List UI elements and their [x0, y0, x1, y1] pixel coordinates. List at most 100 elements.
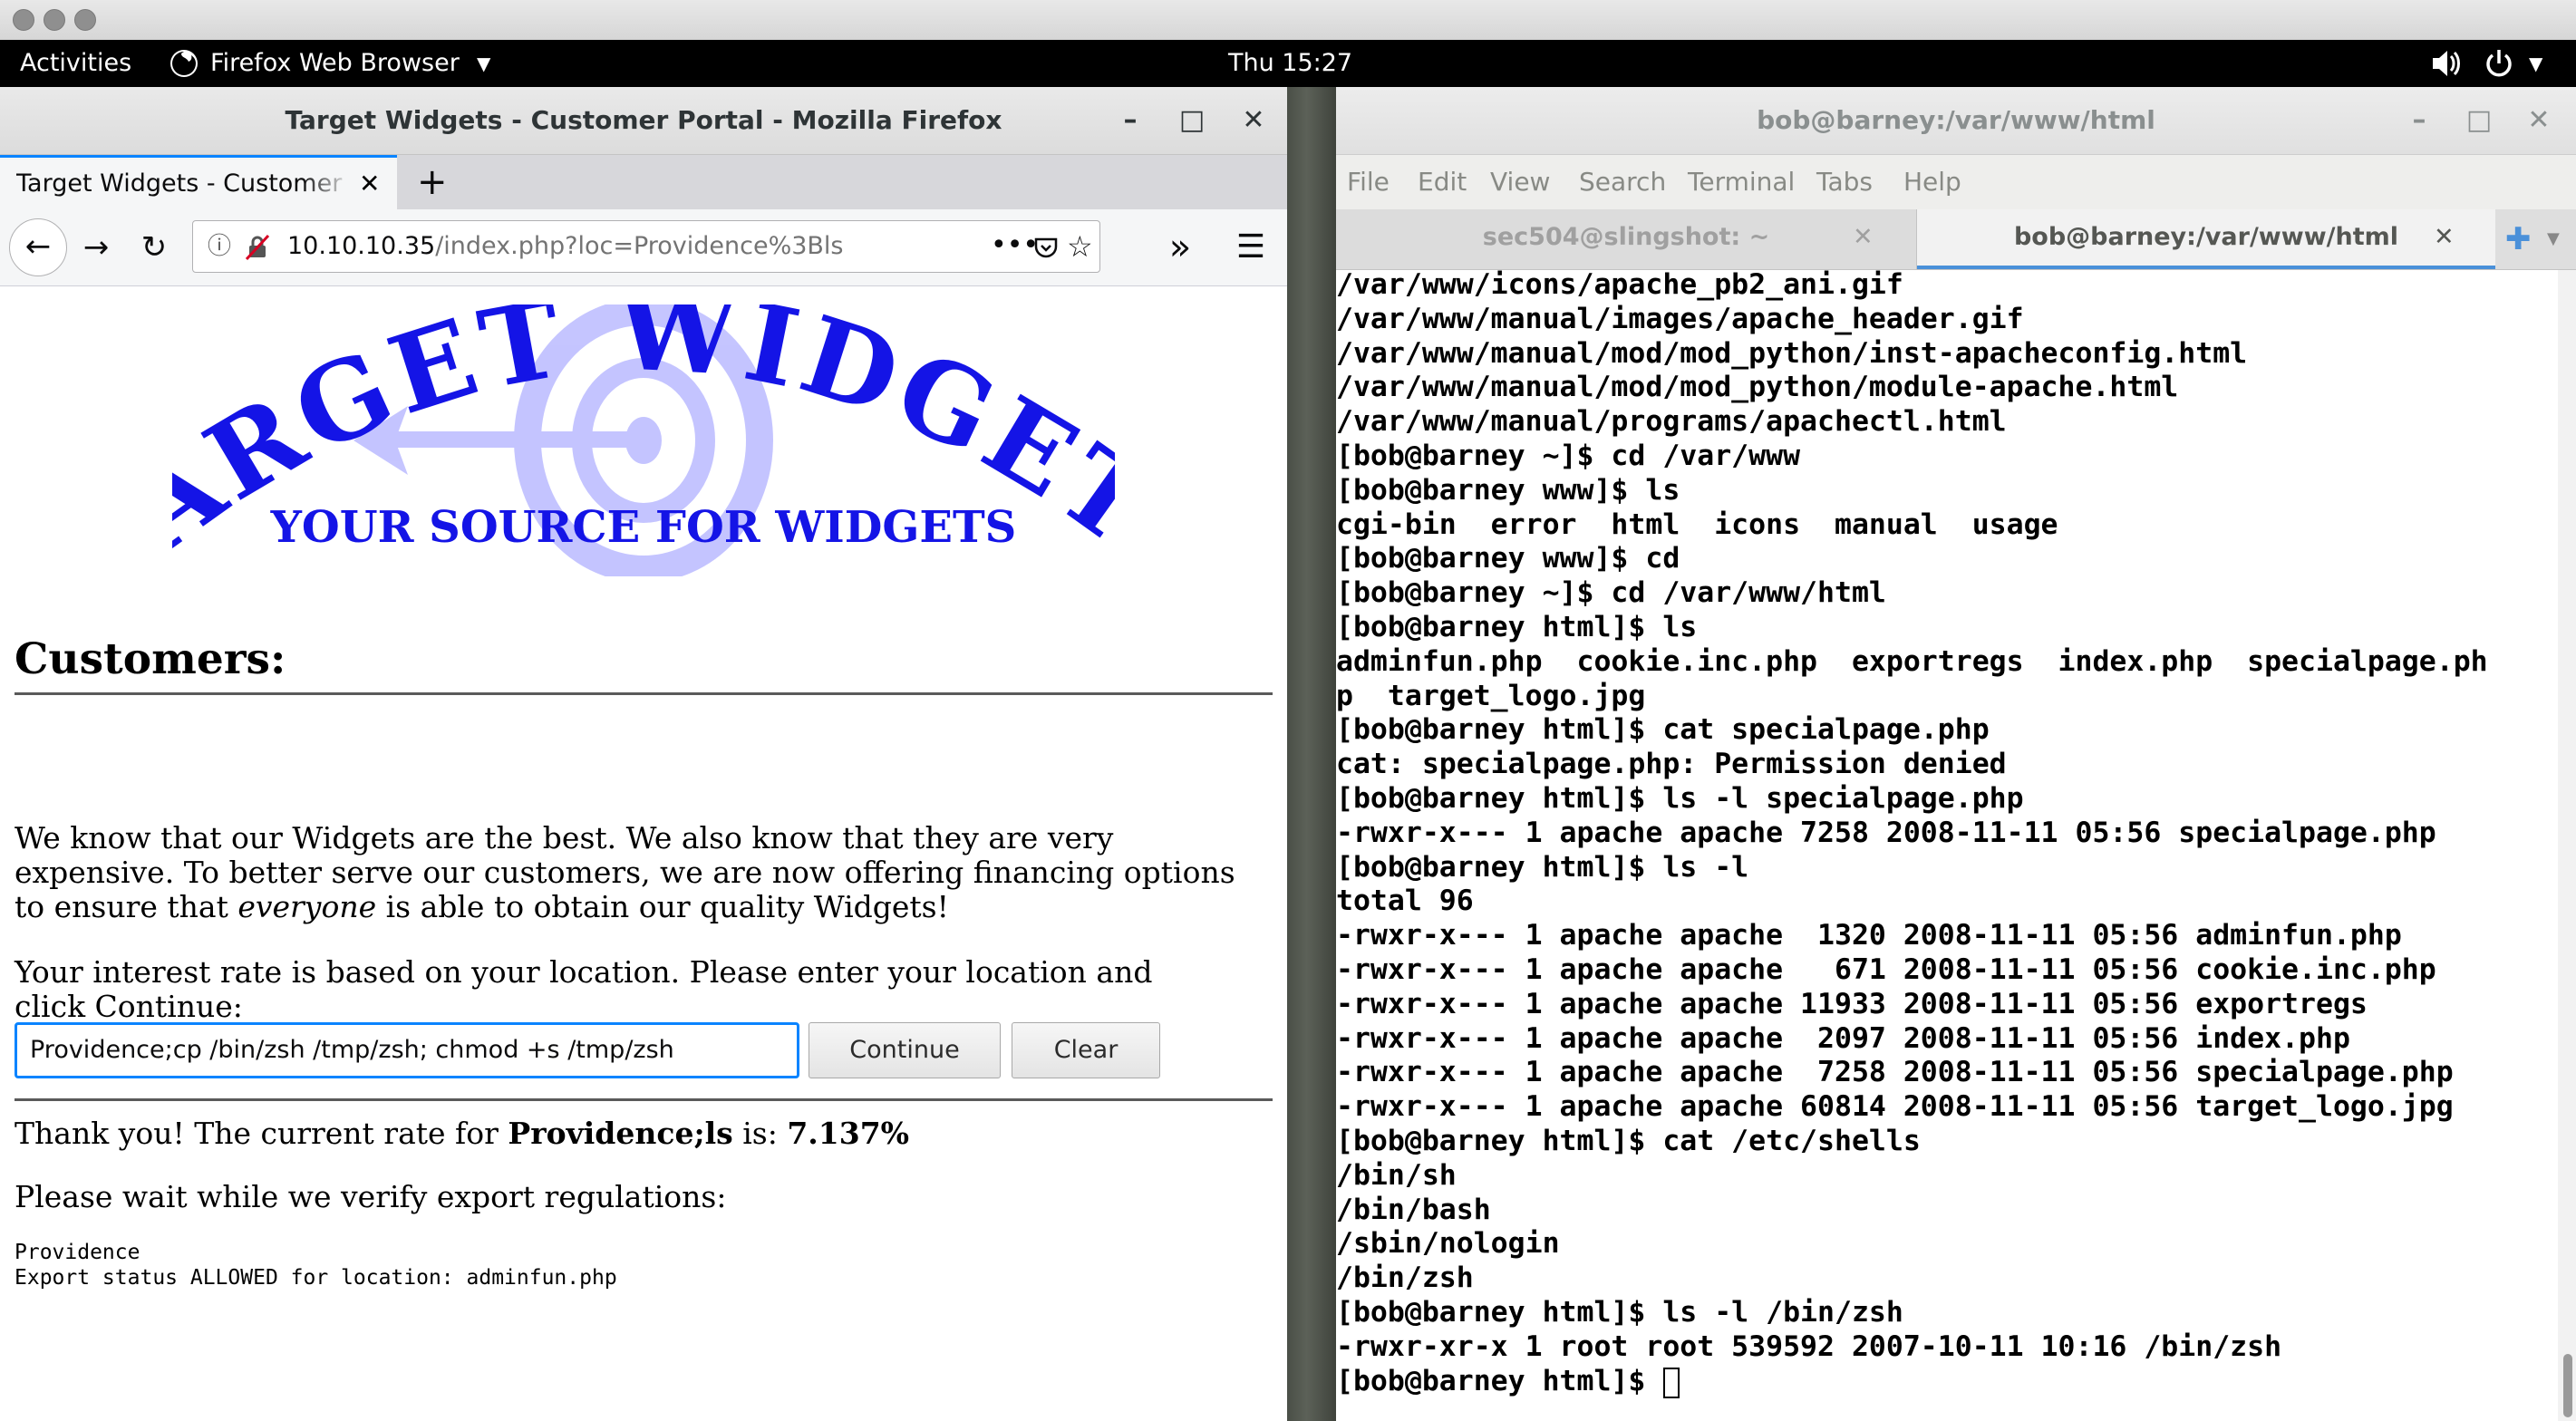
tab-bob-barney[interactable]: bob@barney:/var/www/html ✕: [1917, 209, 2495, 269]
volume-icon[interactable]: [2429, 40, 2460, 87]
window-title: bob@barney:/var/www/html: [1757, 105, 2155, 135]
terminal-line: -rwxr-x--- 1 apache apache 11933 2008-11…: [1336, 987, 2368, 1020]
info-icon[interactable]: ⓘ: [208, 221, 231, 272]
menu-edit[interactable]: Edit: [1418, 155, 1467, 209]
terminal-line: [bob@barney html]$ cat /etc/shells: [1336, 1125, 1921, 1157]
clock[interactable]: Thu 15:27: [1228, 40, 1352, 87]
chevron-down-icon[interactable]: ▼: [2529, 40, 2542, 87]
intro-paragraph: We know that our Widgets are the best. W…: [15, 820, 1235, 924]
tab-label: bob@barney:/var/www/html: [2013, 223, 2399, 251]
menu-terminal[interactable]: Terminal: [1688, 155, 1795, 209]
terminal-line: /bin/sh: [1336, 1158, 1457, 1192]
terminal-line: /bin/bash: [1336, 1193, 1491, 1226]
text-cursor: [1663, 1367, 1680, 1398]
tab-title: Target Widgets - Customer Portal: [16, 169, 352, 198]
terminal-line: [bob@barney html]$: [1336, 1364, 1663, 1397]
maximize-icon[interactable]: □: [2456, 87, 2502, 154]
logo-tagline: YOUR SOURCE FOR WIDGETS: [270, 502, 1017, 553]
terminal-line: [bob@barney www]$ cd: [1336, 542, 1680, 575]
tab-close-icon[interactable]: ✕: [2434, 209, 2455, 266]
location-input[interactable]: Providence;cp /bin/zsh /tmp/zsh; chmod +…: [15, 1022, 799, 1078]
chevron-down-icon: ▼: [477, 53, 491, 74]
terminal-window: bob@barney:/var/www/html – □ ✕ File Edit…: [1336, 87, 2576, 1421]
zoom-dot-icon[interactable]: [74, 9, 96, 31]
divider: [15, 692, 1273, 695]
terminal-line: -rwxr-x--- 1 apache apache 2097 2008-11-…: [1336, 1021, 2350, 1055]
continue-button[interactable]: Continue: [809, 1022, 1001, 1078]
terminal-line: -rwxr-x--- 1 apache apache 671 2008-11-1…: [1336, 953, 2436, 986]
firefox-icon: [170, 50, 198, 77]
terminal-line: -rwxr-xr-x 1 root root 539592 2007-10-11…: [1336, 1329, 2282, 1363]
app-menu[interactable]: Firefox Web Browser ▼: [169, 40, 504, 87]
close-icon[interactable]: ✕: [2516, 87, 2561, 154]
terminal-line: cgi-bin error html icons manual usage: [1336, 508, 2058, 541]
close-dot-icon[interactable]: [13, 9, 34, 31]
terminal-line: /bin/zsh: [1336, 1262, 1474, 1295]
terminal-line: [bob@barney html]$ ls: [1336, 611, 1698, 643]
tab-sec504[interactable]: sec504@slingshot: ~ ✕: [1336, 209, 1917, 269]
scrollbar-thumb[interactable]: [2563, 1354, 2572, 1417]
terminal-tab-strip: sec504@slingshot: ~ ✕ bob@barney:/var/ww…: [1336, 209, 2576, 270]
back-icon[interactable]: ←: [9, 218, 67, 276]
menu-search[interactable]: Search: [1579, 155, 1666, 209]
power-icon[interactable]: [2484, 40, 2514, 87]
new-tab-icon[interactable]: ✚: [2505, 209, 2532, 269]
top-panel: Activities Firefox Web Browser ▼ Thu 15:…: [0, 40, 2576, 87]
menu-help[interactable]: Help: [1903, 155, 1961, 209]
rate-result: Thank you! The current rate for Providen…: [15, 1116, 910, 1151]
page-heading: Customers:: [15, 634, 286, 684]
tab-close-icon[interactable]: ✕: [359, 158, 380, 209]
command-output-line: Providence: [15, 1241, 140, 1264]
menu-tabs[interactable]: Tabs: [1816, 155, 1873, 209]
scrollbar[interactable]: [2558, 270, 2576, 1421]
command-output-line: Export status ALLOWED for location: admi…: [15, 1266, 617, 1290]
terminal-line: p target_logo.jpg: [1336, 679, 1646, 712]
app-menu-label: Firefox Web Browser: [210, 49, 460, 77]
terminal-line: cat: specialpage.php: Permission denied: [1336, 748, 2007, 781]
terminal-line: -rwxr-x--- 1 apache apache 7258 2008-11-…: [1336, 816, 2436, 849]
terminal-line: -rwxr-x--- 1 apache apache 7258 2008-11-…: [1336, 1056, 2454, 1089]
clear-button[interactable]: Clear: [1012, 1022, 1160, 1078]
minimize-icon[interactable]: –: [1108, 87, 1153, 154]
terminal-line: total 96: [1336, 884, 1474, 918]
terminal-line: /var/www/manual/mod/mod_python/module-ap…: [1336, 371, 2179, 404]
activities-button[interactable]: Activities: [20, 40, 131, 87]
location-prompt: Your interest rate is based on your loca…: [15, 954, 1153, 1024]
close-icon[interactable]: ✕: [1231, 87, 1276, 154]
chevron-down-icon[interactable]: ▼: [2547, 209, 2560, 269]
bookmark-star-icon[interactable]: ☆: [1067, 221, 1093, 272]
menu-view[interactable]: View: [1490, 155, 1550, 209]
menu-file[interactable]: File: [1347, 155, 1390, 209]
url-bar[interactable]: ⓘ 10.10.10.35/index.php?loc=Providence%3…: [192, 220, 1100, 273]
insecure-lock-icon[interactable]: [244, 234, 271, 261]
pocket-icon[interactable]: [1032, 234, 1060, 261]
outer-window-titlebar: [0, 0, 2576, 41]
target-widgets-logo: TARGET WIDGETS YOUR SOURCE FOR WIDGETS: [172, 304, 1115, 576]
tab-strip: Target Widgets - Customer Portal ✕ +: [0, 155, 1287, 209]
new-tab-icon[interactable]: +: [417, 155, 448, 209]
terminal-line: /var/www/manual/mod/mod_python/inst-apac…: [1336, 336, 2248, 370]
minimize-icon[interactable]: –: [2397, 87, 2442, 154]
terminal-titlebar[interactable]: bob@barney:/var/www/html – □ ✕: [1336, 87, 2576, 155]
hamburger-menu-icon[interactable]: ☰: [1225, 222, 1276, 273]
terminal-line: [bob@barney ~]$ cd /var/www: [1336, 440, 1801, 472]
firefox-titlebar[interactable]: Target Widgets - Customer Portal - Mozil…: [0, 87, 1287, 155]
terminal-screen[interactable]: /var/www/icons/apache_pb2_ani.gif/var/ww…: [1336, 268, 2558, 1421]
desktop-background: [1287, 87, 1336, 1421]
reload-icon[interactable]: ↻: [129, 222, 179, 273]
navigation-toolbar: ← → ↻ ⓘ 10.10.10.35/index.php?loc=Provid…: [0, 209, 1287, 286]
maximize-icon[interactable]: □: [1169, 87, 1215, 154]
page-content: TARGET WIDGETS YOUR SOURCE FOR WIDGETS C…: [0, 286, 1287, 1421]
divider: [15, 1098, 1273, 1101]
minimize-dot-icon[interactable]: [44, 9, 65, 31]
terminal-line: -rwxr-x--- 1 apache apache 60814 2008-11…: [1336, 1090, 2454, 1124]
terminal-line: adminfun.php cookie.inc.php exportregs i…: [1336, 644, 2488, 678]
window-title: Target Widgets - Customer Portal - Mozil…: [285, 105, 1002, 135]
forward-icon[interactable]: →: [71, 222, 121, 273]
tab-close-icon[interactable]: ✕: [1853, 209, 1874, 266]
browser-tab[interactable]: Target Widgets - Customer Portal ✕: [0, 155, 397, 209]
overflow-chevron-icon[interactable]: »: [1155, 222, 1206, 273]
terminal-line: -rwxr-x--- 1 apache apache 1320 2008-11-…: [1336, 919, 2402, 952]
terminal-line: [bob@barney ~]$ cd /var/www/html: [1336, 576, 1886, 610]
terminal-line: /var/www/icons/apache_pb2_ani.gif: [1336, 268, 1903, 301]
